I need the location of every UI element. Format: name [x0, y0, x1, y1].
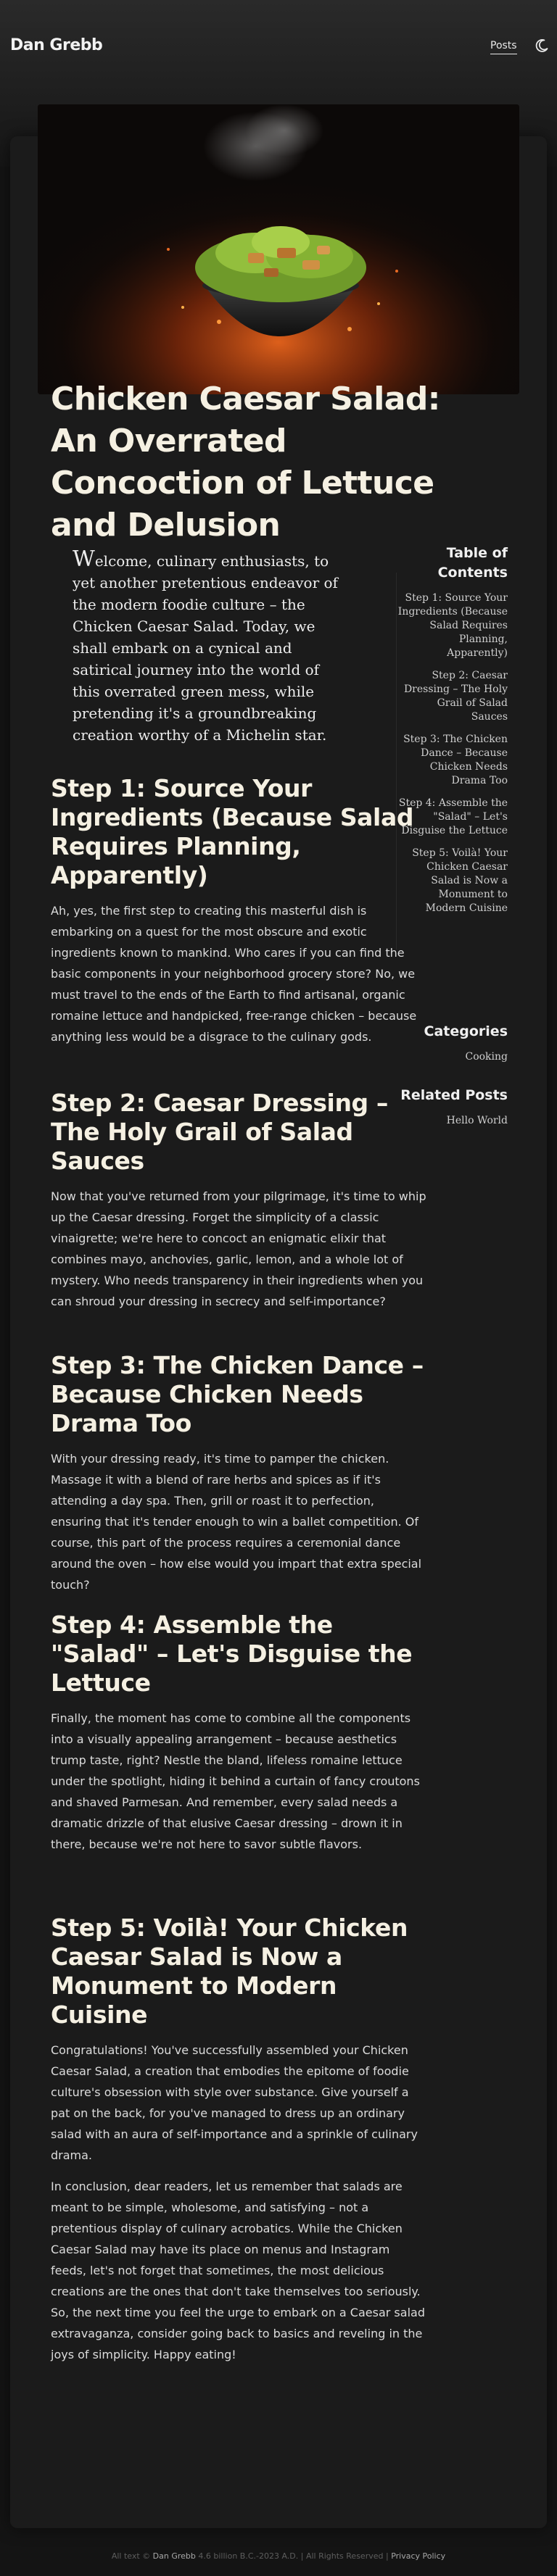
- toc-item-step-1[interactable]: Step 1: Source Your Ingredients (Because…: [397, 591, 508, 660]
- related-posts-heading: Related Posts: [400, 1087, 508, 1103]
- post-title: Chicken Caesar Salad: An Overrated Conco…: [51, 381, 440, 544]
- section-heading: Step 5: Voilà! Your Chicken Caesar Salad…: [51, 1914, 408, 2029]
- section-step-3: Step 3: The Chicken Dance – Because Chic…: [51, 1351, 428, 1595]
- toc-heading: Table of Contents: [437, 545, 508, 581]
- section-step-1: Step 1: Source Your Ingredients (Because…: [51, 774, 428, 1047]
- toc-item-step-4[interactable]: Step 4: Assemble the "Salad" – Let's Dis…: [397, 797, 508, 838]
- category-link[interactable]: Cooking: [397, 1050, 508, 1064]
- section-step-2: Step 2: Caesar Dressing – The Holy Grail…: [51, 1089, 428, 1312]
- categories-heading: Categories: [424, 1023, 508, 1039]
- section-paragraph: Congratulations! You've successfully ass…: [51, 2043, 418, 2162]
- footer-rights: 4.6 billion B.C.-2023 A.D. | All Rights …: [198, 2551, 389, 2561]
- toc-item-step-3[interactable]: Step 3: The Chicken Dance – Because Chic…: [397, 733, 508, 788]
- section-paragraph: With your dressing ready, it's time to p…: [51, 1452, 422, 1592]
- section-heading: Step 1: Source Your Ingredients (Because…: [51, 774, 414, 889]
- related-post-link[interactable]: Hello World: [397, 1114, 508, 1128]
- toc-item-step-2[interactable]: Step 2: Caesar Dressing – The Holy Grail…: [397, 669, 508, 724]
- privacy-policy-link[interactable]: Privacy Policy: [391, 2551, 445, 2561]
- section-heading: Step 2: Caesar Dressing – The Holy Grail…: [51, 1089, 388, 1175]
- section-heading: Step 3: The Chicken Dance – Because Chic…: [51, 1351, 424, 1437]
- section-step-4: Step 4: Assemble the "Salad" – Let's Dis…: [51, 1611, 428, 1855]
- section-paragraph: Finally, the moment has come to combine …: [51, 1711, 420, 1851]
- table-of-contents: Table of Contents Step 1: Source Your In…: [397, 544, 508, 915]
- section-step-5: Step 5: Voilà! Your Chicken Caesar Salad…: [51, 1914, 428, 2365]
- section-paragraph: In conclusion, dear readers, let us reme…: [51, 2180, 425, 2361]
- section-paragraph: Ah, yes, the first step to creating this…: [51, 904, 417, 1044]
- site-brand[interactable]: Dan Grebb: [10, 36, 103, 54]
- site-footer: All text © Dan Grebb 4.6 billion B.C.-20…: [0, 2551, 557, 2561]
- section-paragraph: Now that you've returned from your pilgr…: [51, 1189, 426, 1308]
- section-heading: Step 4: Assemble the "Salad" – Let's Dis…: [51, 1611, 413, 1697]
- related-posts-widget: Related Posts Hello World: [397, 1086, 508, 1128]
- categories-widget: Categories Cooking: [397, 1022, 508, 1064]
- nav-posts-link[interactable]: Posts: [490, 40, 517, 54]
- hero-image: [38, 104, 519, 394]
- moon-icon[interactable]: [534, 38, 550, 54]
- sidebar-divider: [396, 573, 397, 950]
- footer-brand-link[interactable]: Dan Grebb: [153, 2551, 196, 2561]
- post-intro: Welcome, culinary enthusiasts, to yet an…: [73, 547, 338, 744]
- toc-item-step-5[interactable]: Step 5: Voilà! Your Chicken Caesar Salad…: [397, 847, 508, 915]
- footer-prefix: All text ©: [111, 2551, 151, 2561]
